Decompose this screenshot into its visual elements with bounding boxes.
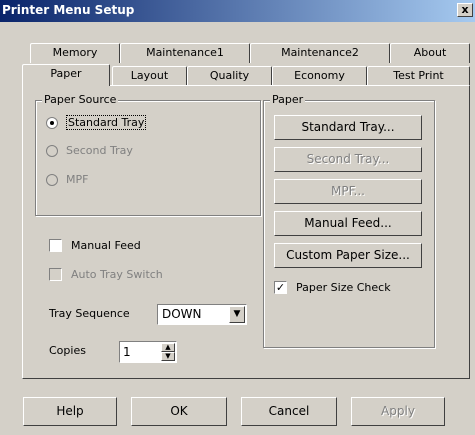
checkbox-icon (49, 239, 62, 252)
paper-group: Paper Standard Tray... Second Tray... MP… (263, 93, 435, 348)
radio-second-tray[interactable]: Second Tray (46, 144, 133, 157)
manual-feed-button[interactable]: Manual Feed... (274, 211, 422, 236)
paper-size-check-checkbox[interactable]: ✓ Paper Size Check (274, 281, 391, 294)
title-bar[interactable]: Printer Menu Setup x (0, 0, 475, 22)
paper-tab-panel: Paper Source Standard Tray Second Tray M… (22, 85, 470, 379)
spin-down-icon[interactable]: ▼ (161, 352, 175, 361)
radio-selected-icon (46, 116, 58, 129)
checkmark-icon: ✓ (274, 281, 287, 294)
tab-memory[interactable]: Memory (30, 43, 120, 63)
paper-source-legend: Paper Source (42, 93, 119, 106)
radio-mpf[interactable]: MPF (46, 173, 88, 186)
radio-icon (46, 144, 58, 157)
manual-feed-checkbox[interactable]: Manual Feed (49, 239, 141, 252)
copies-label: Copies (49, 344, 86, 357)
tab-maintenance2[interactable]: Maintenance2 (250, 43, 390, 63)
tray-sequence-label: Tray Sequence (49, 307, 130, 320)
chevron-down-icon[interactable]: ▼ (229, 306, 245, 323)
auto-tray-switch-checkbox[interactable]: Auto Tray Switch (49, 268, 163, 281)
standard-tray-button[interactable]: Standard Tray... (274, 115, 422, 140)
second-tray-button[interactable]: Second Tray... (274, 147, 422, 172)
tab-about[interactable]: About (390, 43, 470, 63)
checkbox-icon (49, 268, 62, 281)
tab-quality[interactable]: Quality (187, 66, 272, 86)
ok-button[interactable]: OK (131, 397, 227, 426)
custom-paper-size-button[interactable]: Custom Paper Size... (274, 243, 422, 268)
spin-up-icon[interactable]: ▲ (161, 343, 175, 352)
window-title: Printer Menu Setup (2, 3, 135, 17)
tab-layout[interactable]: Layout (112, 66, 187, 86)
radio-standard-tray[interactable]: Standard Tray (46, 115, 147, 130)
paper-group-legend: Paper (270, 93, 306, 106)
copies-stepper[interactable]: 1 ▲ ▼ (119, 341, 177, 363)
tab-paper[interactable]: Paper (22, 64, 110, 86)
mpf-button[interactable]: MPF... (274, 179, 422, 204)
paper-source-group: Paper Source Standard Tray Second Tray M… (35, 93, 261, 216)
printer-menu-setup-window: Printer Menu Setup x Memory Maintenance1… (0, 0, 475, 435)
cancel-button[interactable]: Cancel (241, 397, 337, 426)
close-icon[interactable]: x (457, 3, 473, 17)
tray-sequence-select[interactable]: DOWN ▼ (157, 304, 247, 325)
tab-maintenance1[interactable]: Maintenance1 (120, 43, 250, 63)
tab-test-print[interactable]: Test Print (367, 66, 470, 86)
help-button[interactable]: Help (23, 397, 117, 426)
apply-button[interactable]: Apply (351, 397, 445, 426)
radio-icon (46, 173, 58, 186)
tab-economy[interactable]: Economy (272, 66, 367, 86)
